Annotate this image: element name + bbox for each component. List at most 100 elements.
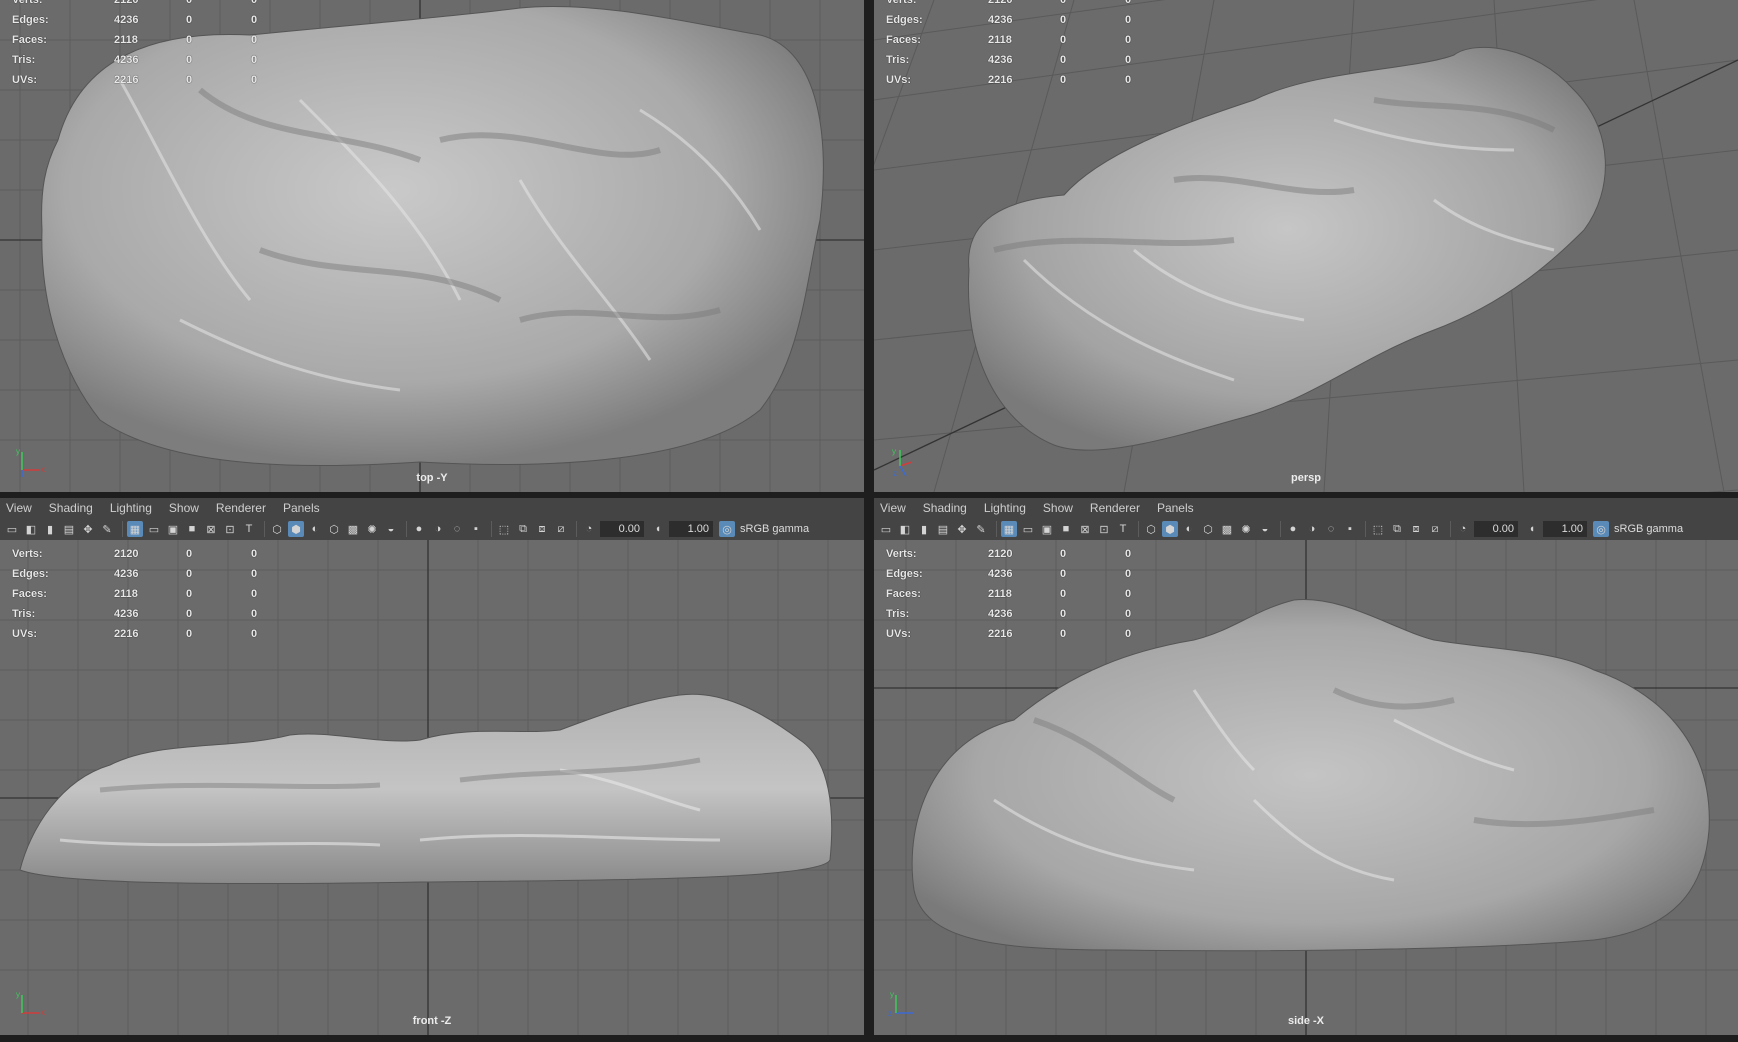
- screen-space-ao-icon[interactable]: ●: [411, 521, 427, 537]
- exposure-field[interactable]: 0.00: [600, 521, 644, 537]
- colorspace-label[interactable]: sRGB gamma: [740, 523, 809, 535]
- pane-divider-vertical[interactable]: [864, 0, 874, 1042]
- use-all-lights-icon[interactable]: ✺: [1238, 521, 1254, 537]
- smooth-shade-icon[interactable]: ⬢: [288, 521, 304, 537]
- depth-of-field-icon[interactable]: ▪: [468, 521, 484, 537]
- select-camera-icon[interactable]: ▭: [4, 521, 20, 537]
- xray-icon[interactable]: ⧉: [1389, 521, 1405, 537]
- viewport-front[interactable]: Verts: 2120 0 0 Edges: 4236 0 0 Faces: 2118 0 0 T…: [0, 540, 864, 1035]
- wireframe-icon[interactable]: ⬡: [269, 521, 285, 537]
- motion-blur-icon[interactable]: ◑: [1304, 521, 1320, 537]
- exposure-icon[interactable]: ◔: [581, 521, 597, 537]
- field-chart-icon[interactable]: ⊠: [203, 521, 219, 537]
- stats-hud-side: Verts: 2120 0 0 Edges: 4236 0 0 Faces: 2118 0 0 T…: [886, 544, 1131, 644]
- screen-space-ao-icon[interactable]: ●: [1285, 521, 1301, 537]
- gamma-icon[interactable]: ◖: [1524, 521, 1540, 537]
- xray-active-icon[interactable]: ⧈: [1408, 521, 1424, 537]
- gamma-icon[interactable]: ◖: [650, 521, 666, 537]
- wireframe-on-shaded-icon[interactable]: ⬡: [326, 521, 342, 537]
- textured-icon[interactable]: ▩: [345, 521, 361, 537]
- pane-divider-horizontal[interactable]: [0, 492, 1738, 498]
- resolution-gate-icon[interactable]: ▣: [165, 521, 181, 537]
- gate-mask-icon[interactable]: ■: [1058, 521, 1074, 537]
- viewport-top[interactable]: Verts: 2120 0 0 Edges: 4236 0 0 Faces: 2118 0 0 T…: [0, 0, 864, 492]
- viewport-side[interactable]: Verts: 2120 0 0 Edges: 4236 0 0 Faces: 2118 0 0 T…: [874, 540, 1738, 1035]
- safe-action-icon[interactable]: ⊡: [1096, 521, 1112, 537]
- exposure-field[interactable]: 0.00: [1474, 521, 1518, 537]
- anti-aliasing-icon[interactable]: ◌: [1323, 521, 1339, 537]
- use-all-lights-icon[interactable]: ✺: [364, 521, 380, 537]
- colorspace-label[interactable]: sRGB gamma: [1614, 523, 1683, 535]
- menu-view[interactable]: View: [880, 501, 906, 515]
- stat-value: 0: [1125, 608, 1132, 620]
- bookmark-icon[interactable]: ▮: [42, 521, 58, 537]
- anti-aliasing-icon[interactable]: ◌: [449, 521, 465, 537]
- resolution-gate-icon[interactable]: ▣: [1039, 521, 1055, 537]
- axis-y-label: y: [16, 990, 20, 999]
- exposure-icon[interactable]: ◔: [1455, 521, 1471, 537]
- wireframe-on-shaded-icon[interactable]: ⬡: [1200, 521, 1216, 537]
- grease-pencil-icon[interactable]: ✎: [973, 521, 989, 537]
- separator: [406, 521, 407, 537]
- menu-shading[interactable]: Shading: [49, 501, 93, 515]
- field-chart-icon[interactable]: ⊠: [1077, 521, 1093, 537]
- select-camera-icon[interactable]: ▭: [878, 521, 894, 537]
- menu-panels[interactable]: Panels: [283, 501, 320, 515]
- isolate-select-icon[interactable]: ⬚: [1370, 521, 1386, 537]
- film-gate-icon[interactable]: ▭: [146, 521, 162, 537]
- grease-pencil-icon[interactable]: ✎: [99, 521, 115, 537]
- menu-show[interactable]: Show: [1043, 501, 1073, 515]
- menu-view[interactable]: View: [6, 501, 32, 515]
- safe-title-icon[interactable]: T: [241, 521, 257, 537]
- stats-hud-front: Verts: 2120 0 0 Edges: 4236 0 0 Faces: 2118 0 0 T…: [12, 544, 257, 644]
- wireframe-icon[interactable]: ⬡: [1143, 521, 1159, 537]
- stat-label-edges: Edges:: [12, 14, 49, 26]
- image-plane-icon[interactable]: ▤: [61, 521, 77, 537]
- shadows-icon[interactable]: ◒: [1257, 521, 1273, 537]
- menu-renderer[interactable]: Renderer: [1090, 501, 1140, 515]
- depth-of-field-icon[interactable]: ▪: [1342, 521, 1358, 537]
- motion-blur-icon[interactable]: ◑: [430, 521, 446, 537]
- bookmark-icon[interactable]: ▮: [916, 521, 932, 537]
- safe-action-icon[interactable]: ⊡: [222, 521, 238, 537]
- xray-icon[interactable]: ⧉: [515, 521, 531, 537]
- stat-value: 2120: [988, 548, 1013, 560]
- film-gate-icon[interactable]: ▭: [1020, 521, 1036, 537]
- xray-joints-icon[interactable]: ⧄: [1427, 521, 1443, 537]
- stat-value: 0: [186, 548, 193, 560]
- color-management-icon[interactable]: ◎: [719, 521, 735, 537]
- stat-value: 2216: [988, 628, 1013, 640]
- safe-title-icon[interactable]: T: [1115, 521, 1131, 537]
- menu-show[interactable]: Show: [169, 501, 199, 515]
- textured-icon[interactable]: ▩: [1219, 521, 1235, 537]
- xray-joints-icon[interactable]: ⧄: [553, 521, 569, 537]
- menu-renderer[interactable]: Renderer: [216, 501, 266, 515]
- default-material-icon[interactable]: ◐: [307, 521, 323, 537]
- menu-shading[interactable]: Shading: [923, 501, 967, 515]
- grid-toggle-icon[interactable]: ▦: [1001, 521, 1017, 537]
- smooth-shade-icon[interactable]: ⬢: [1162, 521, 1178, 537]
- gate-mask-icon[interactable]: ■: [184, 521, 200, 537]
- stat-value: 2216: [114, 74, 139, 86]
- color-management-icon[interactable]: ◎: [1593, 521, 1609, 537]
- isolate-select-icon[interactable]: ⬚: [496, 521, 512, 537]
- panel-toolbar-side: View Shading Lighting Show Renderer Pane…: [874, 498, 1738, 540]
- default-material-icon[interactable]: ◐: [1181, 521, 1197, 537]
- 2d-pan-zoom-icon[interactable]: ✥: [954, 521, 970, 537]
- viewport-persp[interactable]: Verts: 2120 0 0 Edges: 4236 0 0 Faces: 2118 0 0 T…: [874, 0, 1738, 492]
- grid-toggle-icon[interactable]: ▦: [127, 521, 143, 537]
- stat-value: 0: [1125, 588, 1132, 600]
- menu-panels[interactable]: Panels: [1157, 501, 1194, 515]
- xray-active-icon[interactable]: ⧈: [534, 521, 550, 537]
- camera-attributes-icon[interactable]: ◧: [897, 521, 913, 537]
- 2d-pan-zoom-icon[interactable]: ✥: [80, 521, 96, 537]
- shadows-icon[interactable]: ◒: [383, 521, 399, 537]
- stat-value: 4236: [988, 14, 1013, 26]
- image-plane-icon[interactable]: ▤: [935, 521, 951, 537]
- menu-lighting[interactable]: Lighting: [984, 501, 1026, 515]
- camera-attributes-icon[interactable]: ◧: [23, 521, 39, 537]
- menu-lighting[interactable]: Lighting: [110, 501, 152, 515]
- stat-value: 0: [251, 548, 258, 560]
- gamma-field[interactable]: 1.00: [1543, 521, 1587, 537]
- gamma-field[interactable]: 1.00: [669, 521, 713, 537]
